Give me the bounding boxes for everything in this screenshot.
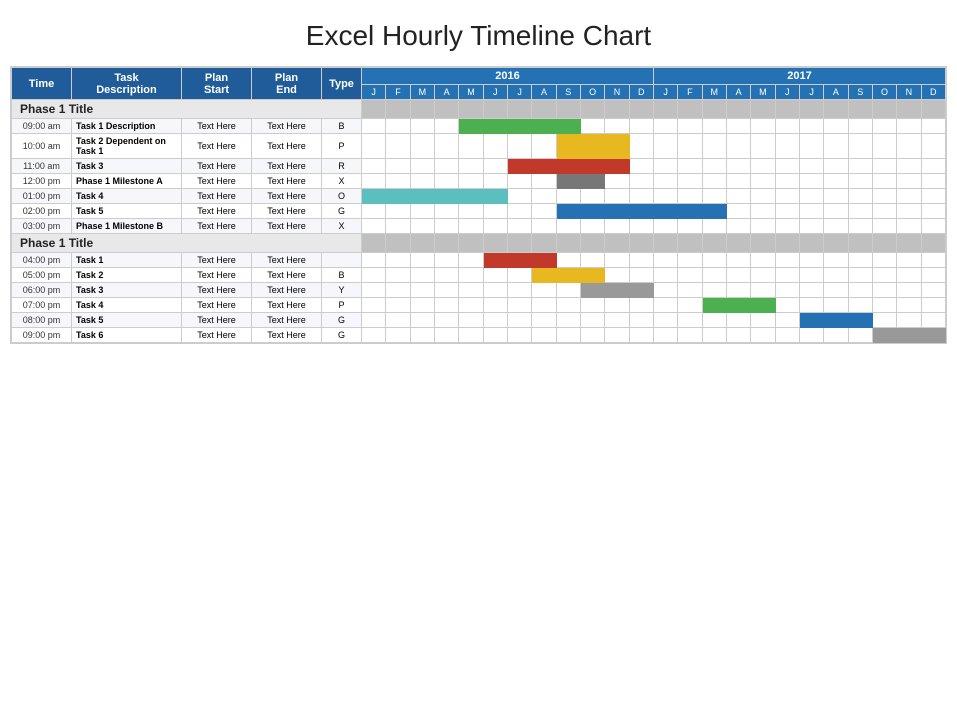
- table-row: 09:00 pmTask 6Text HereText HereG: [12, 328, 946, 343]
- table-row: 06:00 pmTask 3Text HereText HereY: [12, 283, 946, 298]
- phase-row-0: Phase 1 Title: [12, 100, 946, 119]
- table-row: 12:00 pmPhase 1 Milestone AText HereText…: [12, 174, 946, 189]
- table-row: 04:00 pmTask 1Text HereText Here: [12, 253, 946, 268]
- table-row: 10:00 amTask 2 Dependent on Task 1Text H…: [12, 134, 946, 159]
- table-row: 01:00 pmTask 4Text HereText HereO: [12, 189, 946, 204]
- timeline-chart: TimeTaskDescriptionPlanStartPlanEndType2…: [10, 66, 947, 344]
- table-row: 11:00 amTask 3Text HereText HereR: [12, 159, 946, 174]
- table-row: 08:00 pmTask 5Text HereText HereG: [12, 313, 946, 328]
- table-row: 05:00 pmTask 2Text HereText HereB: [12, 268, 946, 283]
- table-row: 02:00 pmTask 5Text HereText HereG: [12, 204, 946, 219]
- page-title: Excel Hourly Timeline Chart: [10, 20, 947, 52]
- table-row: 07:00 pmTask 4Text HereText HereP: [12, 298, 946, 313]
- table-row: 03:00 pmPhase 1 Milestone BText HereText…: [12, 219, 946, 234]
- table-row: 09:00 amTask 1 DescriptionText HereText …: [12, 119, 946, 134]
- phase-row-1: Phase 1 Title: [12, 234, 946, 253]
